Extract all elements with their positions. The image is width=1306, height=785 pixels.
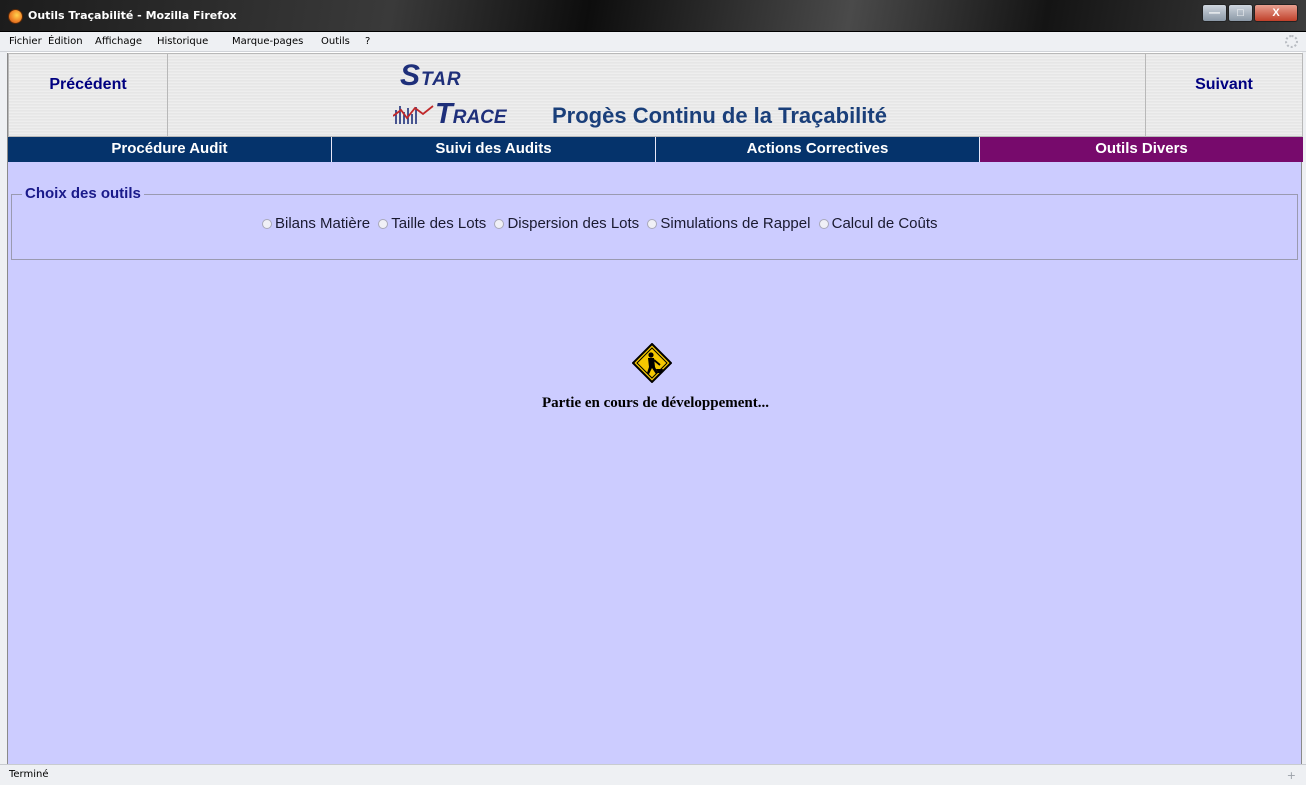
maximize-button[interactable]: □	[1228, 4, 1253, 22]
previous-button[interactable]: Précédent	[8, 53, 168, 137]
tab-bar: Procédure Audit Suivi des Audits Actions…	[8, 137, 1303, 162]
tab-procedure-audit[interactable]: Procédure Audit	[8, 137, 332, 162]
fieldset-legend: Choix des outils	[22, 185, 144, 202]
radio-circle-icon[interactable]	[818, 219, 829, 229]
menu-fichier[interactable]: Fichier	[9, 36, 42, 47]
menu-affichage[interactable]: Affichage	[95, 36, 142, 47]
status-bar: Terminé +	[0, 764, 1306, 785]
tab-outils-divers[interactable]: Outils Divers	[980, 137, 1303, 162]
page-header: Précédent STAR TRACE Progès Continu de l…	[8, 53, 1303, 137]
menu-marque-pages[interactable]: Marque-pages	[232, 36, 303, 47]
window-controls: — □ X	[1201, 4, 1298, 22]
radio-simulations-rappel[interactable]: Simulations de Rappel	[647, 215, 810, 232]
previous-label: Précédent	[49, 76, 127, 93]
radio-taille-lots[interactable]: Taille des Lots	[378, 215, 486, 232]
menu-help[interactable]: ?	[365, 36, 370, 47]
status-text: Terminé	[9, 769, 49, 780]
tab-actions-correctives[interactable]: Actions Correctives	[656, 137, 980, 162]
throbber-icon	[1285, 35, 1298, 48]
tab-suivi-audits[interactable]: Suivi des Audits	[332, 137, 656, 162]
logo-star-text: STAR	[400, 59, 462, 92]
development-notice: Partie en cours de développement...	[541, 395, 770, 411]
window-title: Outils Traçabilité - Mozilla Firefox	[28, 9, 237, 22]
window-titlebar: Outils Traçabilité - Mozilla Firefox — □…	[0, 0, 1306, 32]
radio-bilans-matiere[interactable]: Bilans Matière	[262, 215, 370, 232]
close-button[interactable]: X	[1254, 4, 1298, 22]
menu-bar: Fichier Édition Affichage Historique Mar…	[0, 32, 1306, 52]
page-slogan: Progès Continu de la Traçabilité	[552, 103, 887, 128]
logo-banner: STAR TRACE Progès Continu de la Traçabil…	[168, 53, 1145, 137]
resize-grip-icon[interactable]: +	[1287, 769, 1296, 782]
firefox-icon	[8, 9, 23, 24]
tool-choice-fieldset: Choix des outils Bilans Matière Taille d…	[11, 185, 1298, 260]
radio-circle-icon[interactable]	[378, 219, 389, 229]
minimize-button[interactable]: —	[1202, 4, 1227, 22]
logo-graph-icon	[393, 105, 434, 124]
radio-dispersion-lots[interactable]: Dispersion des Lots	[494, 215, 639, 232]
radio-calcul-couts[interactable]: Calcul de Coûts	[818, 215, 938, 232]
construction-sign-icon	[632, 343, 672, 383]
next-label: Suivant	[1195, 76, 1253, 93]
radio-circle-icon[interactable]	[494, 219, 505, 229]
tool-radio-group: Bilans Matière Taille des Lots Dispersio…	[262, 215, 942, 232]
window-frame-left	[0, 52, 7, 764]
menu-outils[interactable]: Outils	[321, 36, 350, 47]
menu-edition[interactable]: Édition	[48, 36, 83, 47]
logo-trace-text: TRACE	[435, 98, 507, 130]
next-button[interactable]: Suivant	[1145, 53, 1303, 137]
radio-circle-icon[interactable]	[647, 219, 658, 229]
radio-circle-icon[interactable]	[262, 219, 272, 229]
menu-historique[interactable]: Historique	[157, 36, 208, 47]
page-content: Précédent STAR TRACE Progès Continu de l…	[7, 53, 1303, 764]
